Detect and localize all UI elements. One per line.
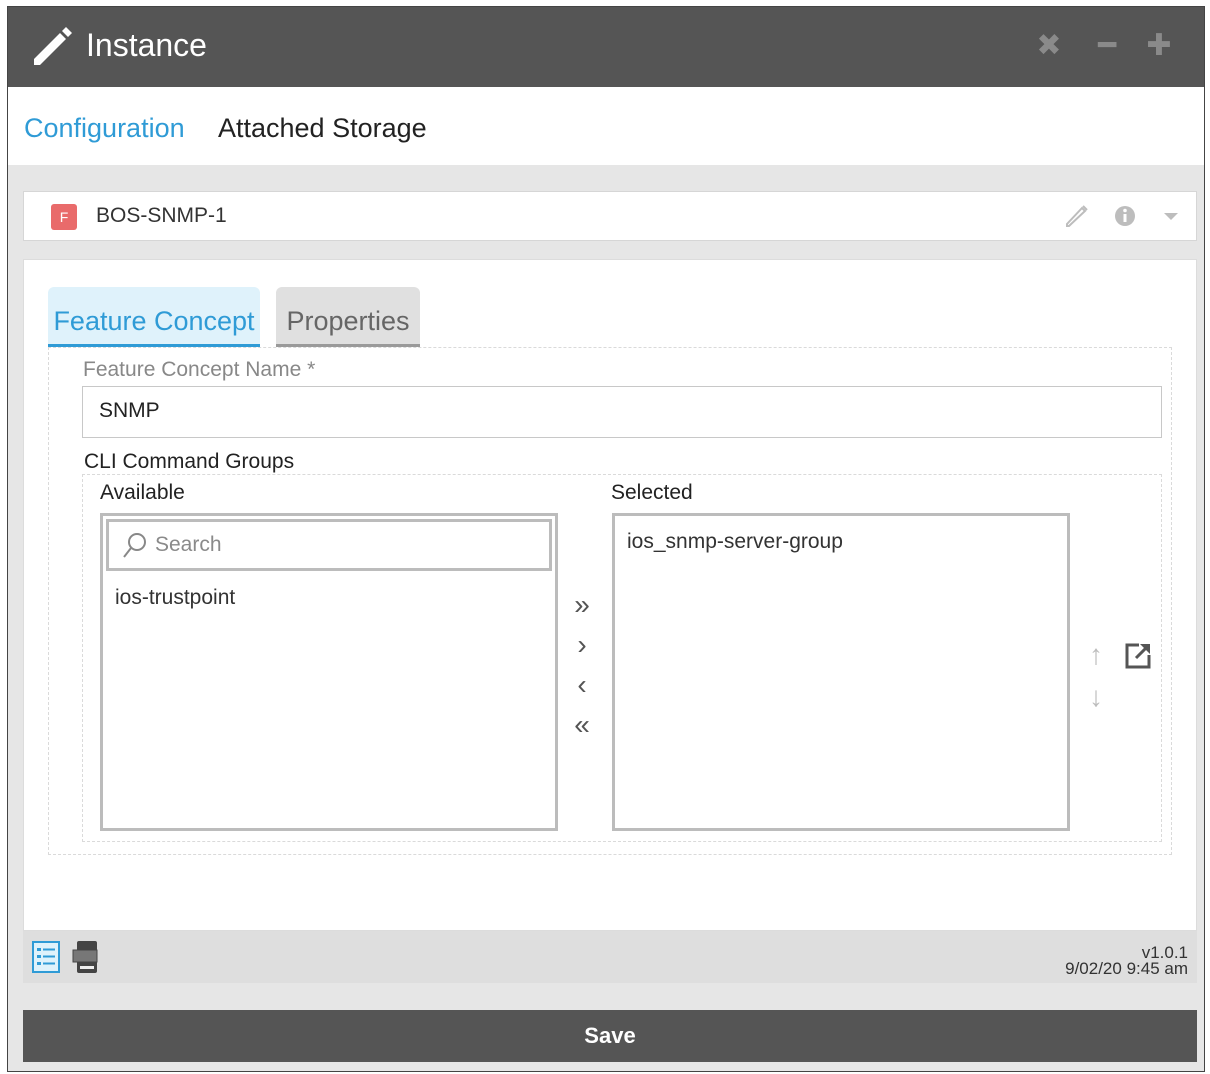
- top-navigation: Configuration Attached Storage: [8, 87, 1204, 165]
- info-icon[interactable]: [1112, 202, 1138, 230]
- list-item[interactable]: ios-trustpoint: [115, 586, 235, 610]
- pencil-icon: [34, 27, 72, 65]
- feature-concept-panel: Feature Concept Properties Feature Conce…: [23, 259, 1197, 931]
- selected-label: Selected: [611, 481, 693, 504]
- version-info: v1.0.1 9/02/20 9:45 am: [1065, 944, 1188, 978]
- maximize-icon[interactable]: ✚: [1144, 31, 1174, 61]
- pencil-icon[interactable]: [1064, 202, 1090, 230]
- chevron-down-icon[interactable]: [1158, 202, 1184, 230]
- minimize-icon[interactable]: ━: [1092, 31, 1122, 61]
- move-up-button[interactable]: ↑: [1083, 639, 1109, 671]
- window-title: Instance: [86, 27, 207, 63]
- feature-concept-name-input[interactable]: SNMP: [82, 386, 1162, 438]
- nav-tab-configuration[interactable]: Configuration: [24, 113, 185, 144]
- nav-tab-attached-storage[interactable]: Attached Storage: [218, 113, 427, 144]
- move-all-right-button[interactable]: »: [567, 587, 597, 623]
- search-icon: [123, 533, 146, 558]
- search-input[interactable]: Search: [106, 519, 552, 571]
- feature-badge: F: [51, 204, 77, 230]
- move-right-button[interactable]: ›: [567, 627, 597, 663]
- list-view-icon[interactable]: [31, 939, 61, 975]
- search-placeholder: Search: [155, 533, 222, 556]
- move-left-button[interactable]: ‹: [567, 667, 597, 703]
- close-icon[interactable]: ✖: [1034, 31, 1064, 61]
- available-label: Available: [100, 481, 185, 504]
- timestamp-label: 9/02/20 9:45 am: [1065, 959, 1188, 978]
- title-bar: Instance ✖ ━ ✚: [8, 7, 1204, 87]
- save-button[interactable]: Save: [23, 1010, 1197, 1062]
- open-external-icon[interactable]: [1123, 641, 1153, 671]
- tab-properties[interactable]: Properties: [276, 287, 420, 347]
- json-view-icon[interactable]: [71, 939, 101, 975]
- footer-bar: v1.0.1 9/02/20 9:45 am: [23, 931, 1197, 983]
- available-list[interactable]: Search ios-trustpoint: [100, 513, 558, 831]
- instance-name: BOS-SNMP-1: [96, 204, 227, 227]
- move-down-button[interactable]: ↓: [1083, 681, 1109, 713]
- move-all-left-button[interactable]: «: [567, 707, 597, 743]
- tab-feature-concept[interactable]: Feature Concept: [48, 287, 260, 347]
- instance-window: Instance ✖ ━ ✚ Configuration Attached St…: [7, 6, 1205, 1072]
- selected-list[interactable]: ios_snmp-server-group: [612, 513, 1070, 831]
- cli-command-groups: Available Selected Search ios-trustpoint…: [82, 474, 1162, 842]
- feature-concept-form: Feature Concept Name * SNMP CLI Command …: [48, 347, 1172, 855]
- cli-command-groups-label: CLI Command Groups: [84, 450, 295, 473]
- instance-selector[interactable]: F BOS-SNMP-1: [23, 191, 1197, 241]
- feature-concept-name-label: Feature Concept Name *: [83, 358, 316, 381]
- list-item[interactable]: ios_snmp-server-group: [627, 530, 843, 554]
